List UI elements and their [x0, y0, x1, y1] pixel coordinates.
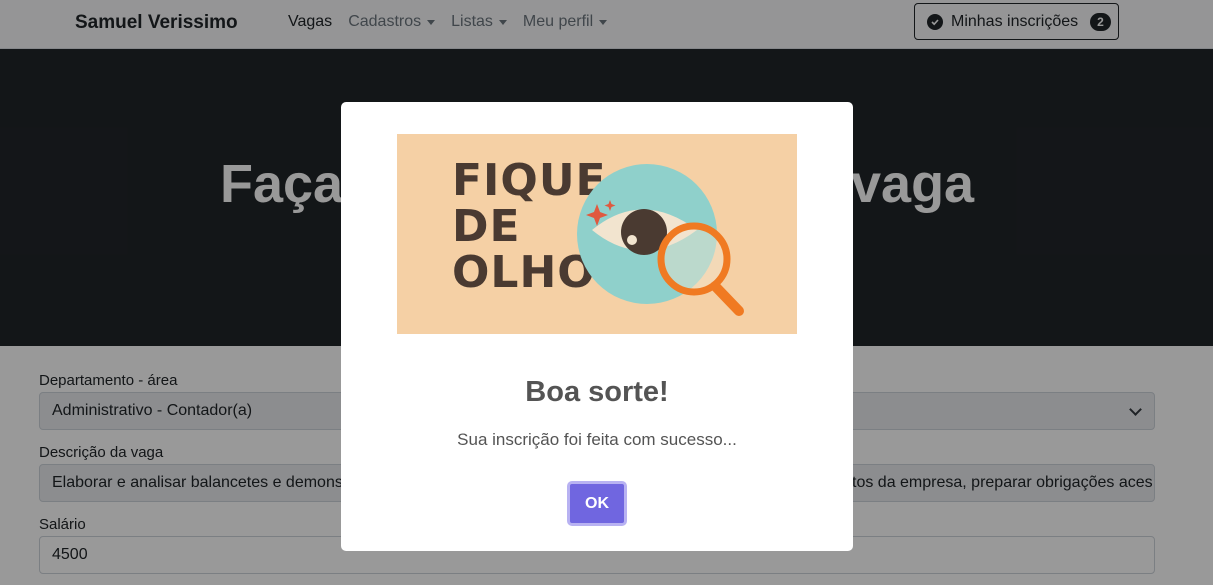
modal-title: Boa sorte! [525, 376, 669, 408]
modal-message: Sua inscrição foi feita com sucesso... [457, 430, 737, 449]
ok-button[interactable]: OK [567, 481, 627, 526]
eye-magnifier-icon [577, 164, 744, 316]
success-modal: FIQUE DE OLHO Boa sorte! Sua inscrição f… [341, 102, 853, 551]
fique-de-olho-image: FIQUE DE OLHO [397, 134, 797, 334]
